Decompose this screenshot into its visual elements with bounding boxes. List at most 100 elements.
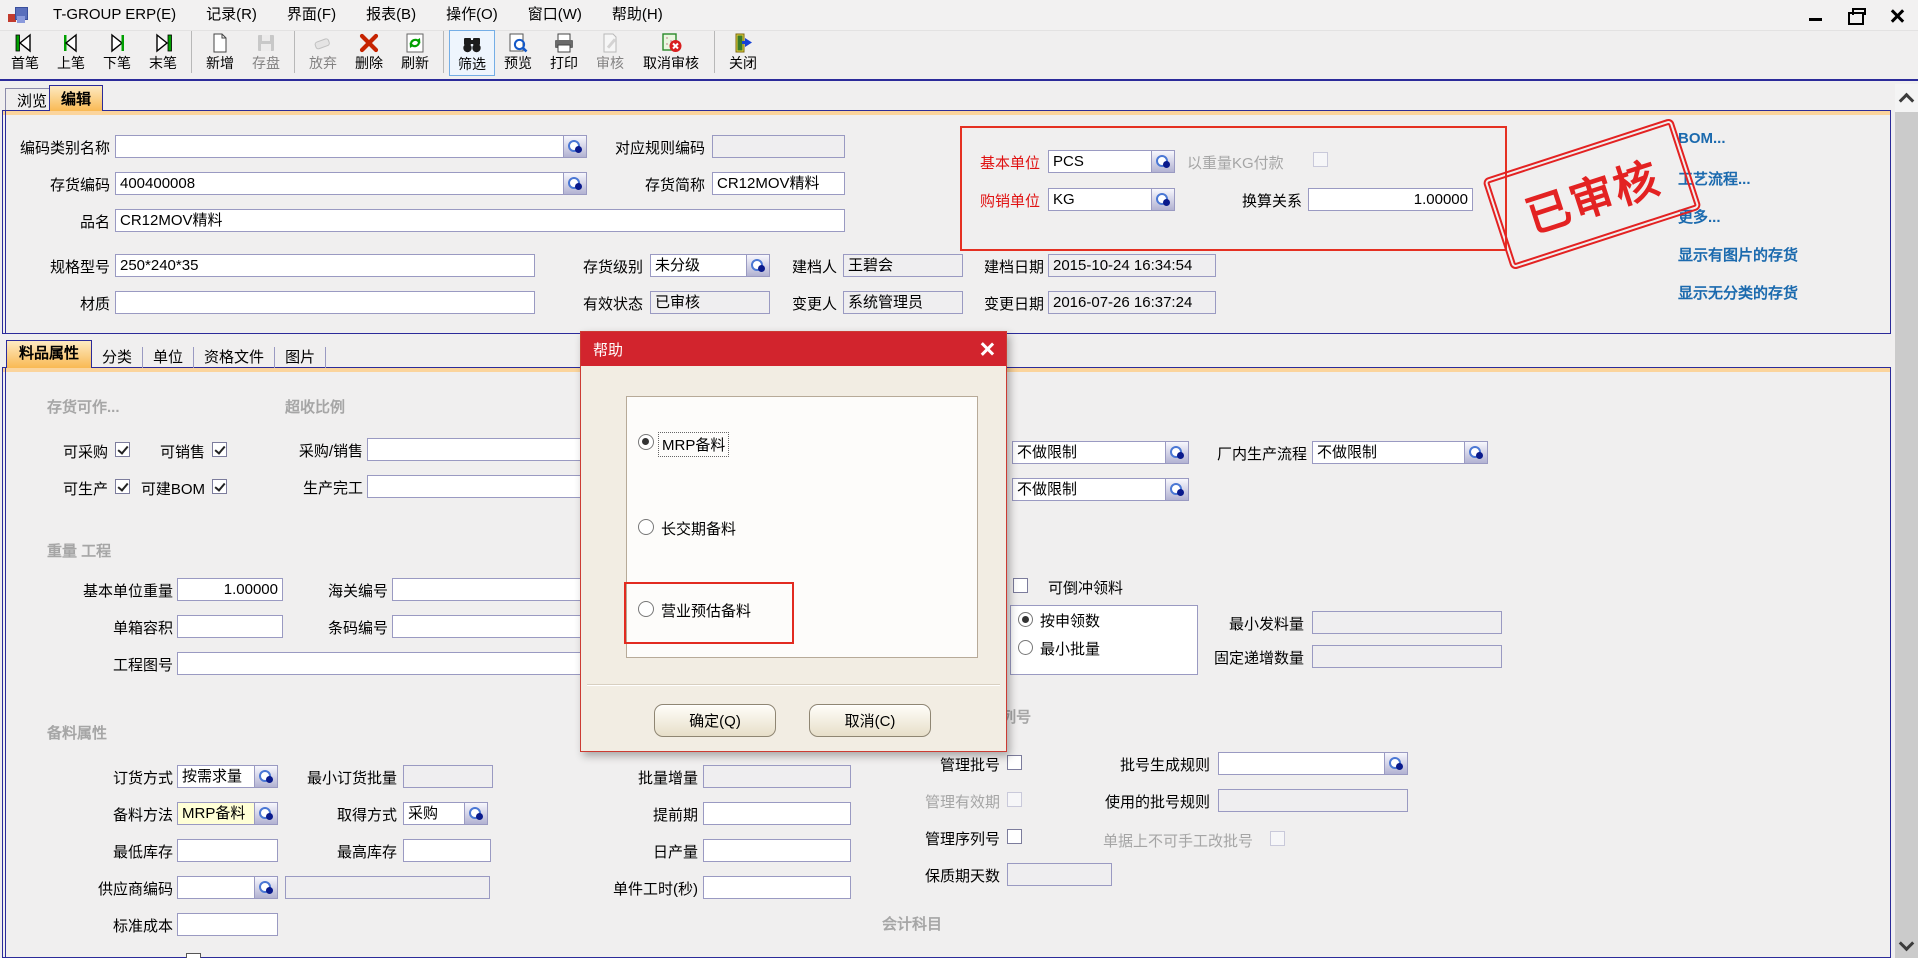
producible-checkbox[interactable]: [115, 479, 130, 494]
menu-item-window[interactable]: 窗口(W): [513, 0, 597, 30]
backflush-checkbox[interactable]: [1013, 578, 1028, 593]
preview-button[interactable]: 预览: [495, 30, 541, 76]
tab-edit[interactable]: 编辑: [49, 85, 103, 111]
sales-forecast-prep-radio[interactable]: [638, 601, 654, 617]
lookup-icon[interactable]: [1384, 752, 1408, 775]
scroll-up-button[interactable]: [1895, 84, 1918, 112]
lookup-icon[interactable]: [1464, 441, 1488, 464]
sellable-checkbox[interactable]: [212, 442, 227, 457]
min-stock-label: 最低库存: [101, 843, 173, 863]
first-record-button[interactable]: 首笔: [2, 30, 48, 76]
daily-output-label: 日产量: [638, 843, 698, 863]
lookup-icon[interactable]: [1165, 441, 1189, 464]
lookup-icon[interactable]: [563, 135, 587, 158]
max-stock-field[interactable]: [403, 839, 491, 862]
print-button[interactable]: 打印: [541, 30, 587, 76]
restrict-a-field[interactable]: 不做限制: [1012, 441, 1189, 464]
spec-model-field[interactable]: 250*240*35: [115, 254, 535, 277]
no-manual-batch-checkbox: [1270, 831, 1285, 846]
lookup-icon[interactable]: [464, 802, 488, 825]
menu-item-ui[interactable]: 界面(F): [272, 0, 351, 30]
cancel-button[interactable]: 取消(C): [809, 704, 931, 737]
menu-item-help[interactable]: 帮助(H): [597, 0, 678, 30]
order-mode-field[interactable]: 按需求量: [177, 765, 278, 788]
show-with-image-link[interactable]: 显示有图片的存货: [1678, 244, 1798, 265]
cancel-audit-button[interactable]: 取消审核: [633, 30, 709, 76]
menu-item-record[interactable]: 记录(R): [191, 0, 272, 30]
inv-code-field[interactable]: 400400008: [115, 172, 587, 195]
minimize-icon[interactable]: [1809, 18, 1822, 21]
dialog-close-icon[interactable]: [980, 342, 994, 356]
daily-output-field[interactable]: [703, 839, 851, 862]
manage-serial-checkbox[interactable]: [1007, 829, 1022, 844]
long-lead-prep-radio[interactable]: [638, 519, 654, 535]
unit-work-sec-field[interactable]: [703, 876, 851, 899]
min-batch-radio[interactable]: [1018, 640, 1033, 655]
delete-button[interactable]: 删除: [346, 30, 392, 76]
box-volume-field[interactable]: [177, 615, 283, 638]
acquire-mode-field[interactable]: 采购: [403, 802, 488, 825]
drawing-no-field[interactable]: [177, 652, 640, 675]
restrict-b-field[interactable]: 不做限制: [1012, 478, 1189, 501]
restore-icon[interactable]: [1848, 12, 1864, 25]
subtab-qualification[interactable]: 资格文件: [194, 347, 275, 368]
product-name-field[interactable]: CR12MOV精料: [115, 209, 845, 232]
lookup-icon[interactable]: [254, 765, 278, 788]
ok-button[interactable]: 确定(Q): [654, 704, 776, 737]
inv-level-field[interactable]: 未分级: [650, 254, 770, 277]
base-unit-field[interactable]: PCS: [1048, 150, 1175, 173]
min-stock-field[interactable]: [177, 839, 278, 862]
long-lead-prep-label[interactable]: 长交期备料: [661, 518, 736, 539]
lookup-icon[interactable]: [1165, 478, 1189, 501]
sales-forecast-prep-label[interactable]: 营业预估备料: [661, 600, 751, 621]
batch-rule-field[interactable]: [1218, 752, 1408, 775]
mrp-prep-radio[interactable]: [638, 434, 654, 450]
filter-button[interactable]: 筛选: [449, 30, 495, 76]
lookup-icon[interactable]: [563, 172, 587, 195]
std-cost-field[interactable]: [177, 913, 278, 936]
vertical-scrollbar[interactable]: [1895, 84, 1918, 958]
subtab-unit[interactable]: 单位: [143, 347, 194, 368]
lookup-icon[interactable]: [254, 876, 278, 899]
subtab-category[interactable]: 分类: [92, 347, 143, 368]
customs-code-label: 海关编号: [316, 582, 388, 602]
subtab-image[interactable]: 图片: [275, 347, 326, 368]
purchasable-checkbox[interactable]: [115, 442, 130, 457]
close-icon[interactable]: [1890, 9, 1904, 23]
inv-short-field[interactable]: CR12MOV精料: [712, 172, 845, 195]
scroll-down-button[interactable]: [1895, 930, 1918, 956]
by-request-radio[interactable]: [1018, 612, 1033, 627]
lookup-icon[interactable]: [254, 802, 278, 825]
bom-link[interactable]: BOM...: [1678, 130, 1726, 147]
lead-time-field[interactable]: [703, 802, 851, 825]
base-unit-weight-field[interactable]: 1.00000: [177, 578, 283, 601]
menu-item-action[interactable]: 操作(O): [431, 0, 513, 30]
conversion-field[interactable]: 1.00000: [1308, 188, 1473, 211]
lookup-icon[interactable]: [1151, 150, 1175, 173]
lookup-icon[interactable]: [746, 254, 770, 277]
prev-record-button[interactable]: 上笔: [48, 30, 94, 76]
menu-item-app[interactable]: T-GROUP ERP(E): [38, 0, 191, 30]
code-category-field[interactable]: [115, 135, 587, 158]
mrp-prep-label[interactable]: MRP备料: [659, 433, 728, 456]
bom-allowed-checkbox[interactable]: [212, 479, 227, 494]
new-button[interactable]: 新增: [197, 30, 243, 76]
last-record-button[interactable]: 末笔: [140, 30, 186, 76]
supplier-code-field[interactable]: [177, 876, 278, 899]
manage-batch-checkbox[interactable]: [1007, 755, 1022, 770]
refresh-icon: [402, 30, 428, 55]
factory-flow-field[interactable]: 不做限制: [1312, 441, 1488, 464]
next-record-button[interactable]: 下笔: [94, 30, 140, 76]
unit-work-sec-label: 单件工时(秒): [592, 880, 698, 900]
close-form-button[interactable]: 关闭: [720, 30, 766, 76]
lookup-icon[interactable]: [1151, 188, 1175, 211]
show-unclassified-link[interactable]: 显示无分类的存货: [1678, 282, 1798, 303]
refresh-button[interactable]: 刷新: [392, 30, 438, 76]
subtab-item-attributes[interactable]: 料品属性: [6, 340, 92, 368]
menu-item-report[interactable]: 报表(B): [351, 0, 431, 30]
prep-method-field[interactable]: MRP备料: [177, 802, 278, 825]
dialog-title-bar[interactable]: 帮助: [581, 332, 1006, 366]
material-field[interactable]: [115, 291, 535, 314]
section-usable: 存货可作...: [47, 396, 120, 417]
trade-unit-field[interactable]: KG: [1048, 188, 1175, 211]
